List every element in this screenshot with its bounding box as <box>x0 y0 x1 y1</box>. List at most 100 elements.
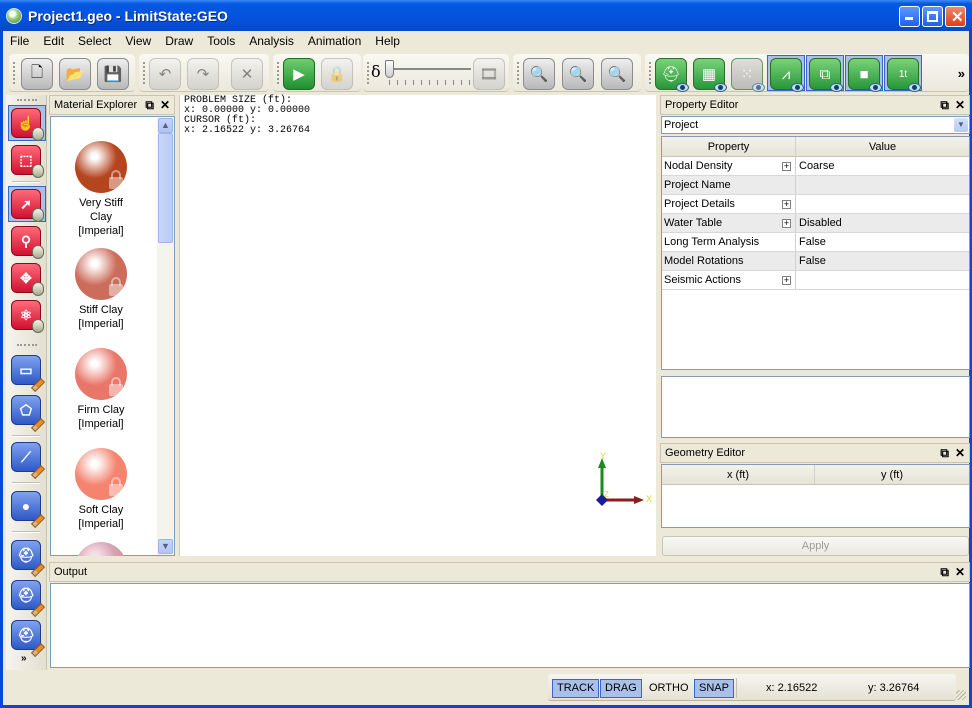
menu-tools[interactable]: Tools <box>200 31 242 51</box>
draw-rectangle-tool[interactable]: ▭ <box>11 355 46 393</box>
scroll-thumb[interactable] <box>158 133 173 243</box>
draw-line-tool[interactable]: ⟋ <box>11 442 46 480</box>
material-scrollbar[interactable]: ▲ ▼ <box>157 117 174 555</box>
property-value[interactable]: Coarse <box>796 157 969 175</box>
snap-toggle[interactable]: SNAP <box>694 679 734 698</box>
delete-button[interactable]: ✕ <box>231 58 263 90</box>
property-value[interactable] <box>796 176 969 194</box>
zoom-in-button[interactable]: 🔍 <box>562 58 594 90</box>
column-header-property[interactable]: Property <box>662 137 796 156</box>
toolbar-grip[interactable] <box>17 99 37 101</box>
close-button[interactable]: ✕ <box>945 6 966 27</box>
rotate-tool[interactable]: ⚛ <box>11 300 44 333</box>
property-value[interactable]: False <box>796 252 969 270</box>
zoom-out-button[interactable]: 🔍 <box>601 58 633 90</box>
new-button[interactable]: 🗋 <box>21 58 53 90</box>
lock-button[interactable]: 🔒 <box>321 58 353 90</box>
property-row[interactable]: Seismic Actions + <box>662 271 969 290</box>
pan-tool[interactable]: ✥ <box>11 263 44 296</box>
close-panel-icon[interactable]: ✕ <box>160 98 170 113</box>
animation-slider-thumb[interactable] <box>385 60 394 78</box>
close-panel-icon[interactable]: ✕ <box>955 446 965 461</box>
drag-toggle[interactable]: DRAG <box>600 679 642 698</box>
animation-slider-track[interactable] <box>391 68 471 70</box>
toolbar-grip[interactable] <box>143 62 145 84</box>
toolbar-grip[interactable] <box>367 62 369 84</box>
expand-plus-icon[interactable]: + <box>782 200 791 209</box>
draw-solid-tool[interactable]: ⛑ <box>11 540 46 578</box>
expand-plus-icon[interactable]: + <box>782 276 791 285</box>
view-solids-button[interactable]: ■ <box>848 58 882 92</box>
pointer-select-tool[interactable]: ☝ <box>11 108 44 141</box>
output-console[interactable] <box>50 583 970 668</box>
material-item-partial[interactable] <box>75 542 127 556</box>
animate-button[interactable]: 🎞 <box>473 58 505 90</box>
menu-help[interactable]: Help <box>368 31 407 51</box>
float-panel-icon[interactable]: ⧉ <box>940 446 949 461</box>
open-button[interactable]: 📂 <box>59 58 91 90</box>
property-row[interactable]: Project Name <box>662 176 969 195</box>
toolbar-grip[interactable] <box>17 344 37 346</box>
expand-plus-icon[interactable]: + <box>782 162 791 171</box>
view-nodes-button[interactable]: ⁙ <box>731 58 765 92</box>
minimize-button[interactable] <box>899 6 920 27</box>
property-row[interactable]: Project Details + <box>662 195 969 214</box>
property-value[interactable]: False <box>796 233 969 251</box>
menu-edit[interactable]: Edit <box>36 31 71 51</box>
box-select-tool[interactable]: ⬚ <box>11 145 44 178</box>
material-item[interactable]: Soft Clay [Imperial] <box>51 448 151 531</box>
column-header-x[interactable]: x (ft) <box>662 465 815 484</box>
draw-slope-tool[interactable]: ⛑ <box>11 620 46 658</box>
toolbar-overflow-button[interactable]: » <box>958 66 965 81</box>
material-item[interactable]: Firm Clay [Imperial] <box>51 348 151 431</box>
material-item[interactable]: Very Stiff Clay [Imperial] <box>51 141 151 238</box>
undo-button[interactable]: ↶ <box>149 58 181 90</box>
property-value[interactable] <box>796 195 969 213</box>
toolbar-grip[interactable] <box>517 62 519 84</box>
property-row[interactable]: Long Term Analysis False <box>662 233 969 252</box>
view-truss-button[interactable]: ⩘ <box>770 58 804 92</box>
close-panel-icon[interactable]: ✕ <box>955 565 965 580</box>
property-value[interactable]: Disabled <box>796 214 969 232</box>
draw-point-tool[interactable]: ● <box>11 491 46 529</box>
ortho-toggle[interactable]: ORTHO <box>644 679 694 698</box>
property-row[interactable]: Model Rotations False <box>662 252 969 271</box>
arrow-select-tool[interactable]: ➚ <box>11 189 44 222</box>
menu-analysis[interactable]: Analysis <box>242 31 301 51</box>
property-value[interactable] <box>796 271 969 289</box>
column-header-y[interactable]: y (ft) <box>815 465 969 484</box>
save-button[interactable]: 💾 <box>97 58 129 90</box>
property-row[interactable]: Water Table + Disabled <box>662 214 969 233</box>
view-loads-button[interactable]: 1t <box>887 58 921 92</box>
chevron-down-icon[interactable]: ▼ <box>954 118 968 132</box>
float-panel-icon[interactable]: ⧉ <box>145 98 154 113</box>
drawing-canvas[interactable]: PROBLEM SIZE (ft): x: 0.00000 y: 0.00000 C… <box>179 95 656 556</box>
maximize-button[interactable] <box>922 6 943 27</box>
view-materials-button[interactable]: ⛑ <box>655 58 689 92</box>
zoom-tool[interactable]: ⚲ <box>11 226 44 259</box>
draw-polygon-tool[interactable]: ⬠ <box>11 395 46 433</box>
apply-button[interactable]: Apply <box>662 536 969 556</box>
menu-view[interactable]: View <box>118 31 158 51</box>
menu-select[interactable]: Select <box>71 31 118 51</box>
toolbar-grip[interactable] <box>649 62 651 84</box>
view-grid-button[interactable]: ▦ <box>693 58 727 92</box>
expand-plus-icon[interactable]: + <box>782 219 791 228</box>
menu-file[interactable]: File <box>3 31 36 51</box>
toolbar-grip[interactable] <box>13 62 15 84</box>
draw-wall-tool[interactable]: ⛑ <box>11 580 46 618</box>
float-panel-icon[interactable]: ⧉ <box>940 565 949 580</box>
toolbar-grip[interactable] <box>277 62 279 84</box>
close-panel-icon[interactable]: ✕ <box>955 98 965 113</box>
menu-animation[interactable]: Animation <box>301 31 368 51</box>
object-select-dropdown[interactable]: Project ▼ <box>661 116 970 134</box>
property-row[interactable]: Nodal Density + Coarse <box>662 157 969 176</box>
redo-button[interactable]: ↷ <box>187 58 219 90</box>
material-item[interactable]: Stiff Clay [Imperial] <box>51 248 151 331</box>
zoom-fit-button[interactable]: 🔍 <box>523 58 555 90</box>
toolbar-more-chevron-icon[interactable]: » <box>21 653 27 664</box>
view-boundaries-button[interactable]: ⧉ <box>809 58 843 92</box>
scroll-up-button[interactable]: ▲ <box>158 118 173 133</box>
resize-grip[interactable] <box>956 690 966 700</box>
solve-button[interactable]: ▶ <box>283 58 315 90</box>
